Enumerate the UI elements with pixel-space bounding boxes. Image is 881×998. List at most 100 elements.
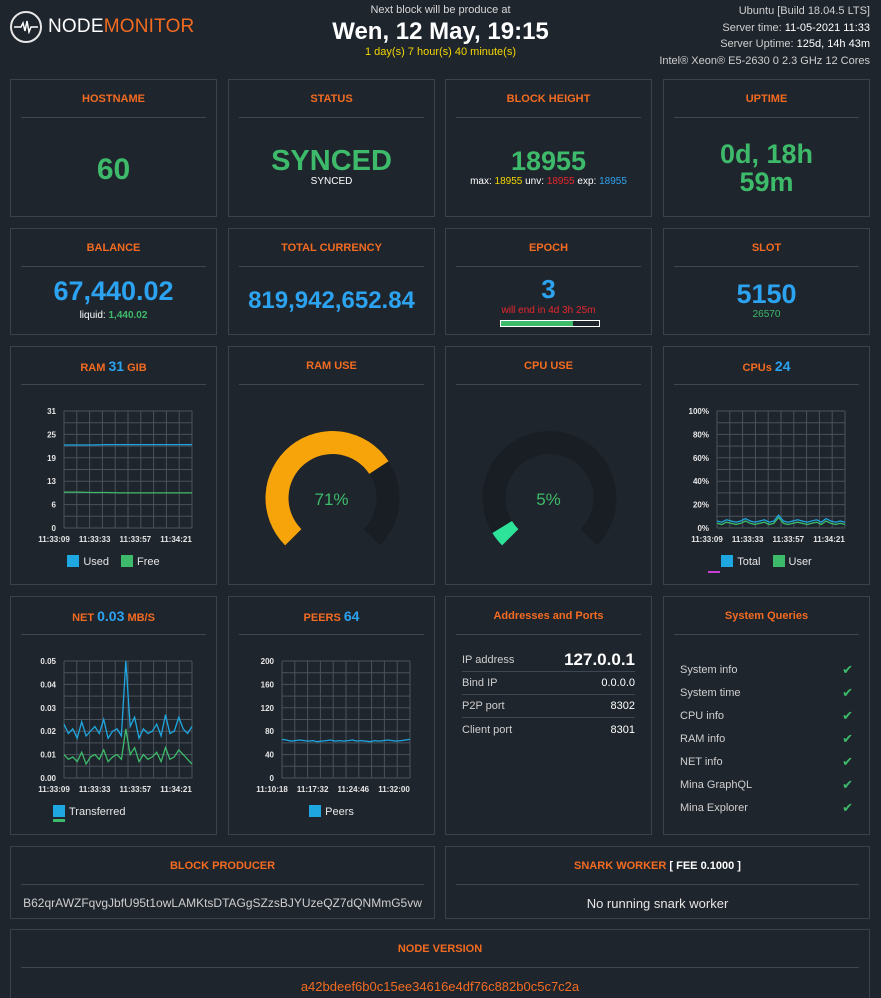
legend-peers[interactable]: Peers <box>309 805 354 818</box>
y-tick-label: 60% <box>693 454 709 463</box>
bind-ip-row: Bind IP 0.0.0.0 <box>462 672 635 695</box>
net-card: NET 0.03 MB/S 0.05 0.04 0.03 0.02 0.01 0.00 11… <box>10 596 217 835</box>
epoch-progress-bar <box>500 320 600 327</box>
x-tick-label: 11:10:18 <box>256 785 288 794</box>
x-tick-label: 11:33:09 <box>691 535 723 544</box>
x-tick-label: 11:32:00 <box>378 785 410 794</box>
balance-card: BALANCE 67,440.02 liquid: 1,440.02 <box>10 228 217 335</box>
p2p-port-row: P2P port 8302 <box>462 695 635 718</box>
os-version: Ubuntu [Build 18.04.5 LTS] <box>738 5 870 17</box>
y-tick-label: 80% <box>693 430 709 439</box>
y-tick-label: 40 <box>265 751 274 760</box>
check-icon: ✔ <box>842 661 853 677</box>
cpu-use-title: CPU USE <box>456 347 641 385</box>
balance-value: 67,440.02 <box>53 276 174 306</box>
y-tick-label: 0.04 <box>40 680 56 689</box>
x-tick-label: 11:34:21 <box>813 535 845 544</box>
query-label: CPU info <box>680 709 725 722</box>
hostname-card: HOSTNAME 60 <box>10 79 217 217</box>
cpus-title: CPUs 24 <box>674 347 859 385</box>
query-row: Mina GraphQL ✔ <box>680 773 853 796</box>
net-title: NET 0.03 MB/S <box>21 597 206 635</box>
y-tick-label: 40% <box>693 477 709 486</box>
balance-title: BALANCE <box>21 229 206 267</box>
ram-legend: Used Free <box>11 555 216 568</box>
block-height-value: 18955 <box>510 146 587 176</box>
query-label: RAM info <box>680 732 726 745</box>
epoch-card: EPOCH 3 will end in 4d 3h 25m <box>445 228 652 335</box>
x-tick-label: 11:33:57 <box>773 535 805 544</box>
queries-list: System info ✔ System time ✔ CPU info ✔ RAM inf… <box>680 658 853 819</box>
block-height-details: max: 18955 unv: 18955 exp: 18955 <box>470 176 627 187</box>
total-currency-value: 819,942,652.84 <box>248 287 415 314</box>
hostname-value: 60 <box>96 153 131 186</box>
x-tick-label: 11:33:09 <box>38 785 70 794</box>
system-info: Ubuntu [Build 18.04.5 LTS] Server time: … <box>659 3 870 69</box>
legend-user[interactable]: User <box>772 555 812 568</box>
ram-chart: 31 25 19 13 6 0 11:33:09 11:33:33 11:33:57 11:34:… <box>38 407 193 544</box>
y-tick-label: 0.00 <box>40 774 56 783</box>
node-version-value[interactable]: a42bdeef6b0c15ee34616e4df76c882b0c5c7c2a <box>11 979 869 994</box>
epoch-title: EPOCH <box>456 229 641 267</box>
query-label: Mina Explorer <box>680 801 748 814</box>
x-tick-label: 11:33:57 <box>120 535 152 544</box>
client-port-row: Client port 8301 <box>462 723 635 736</box>
legend-clipped <box>708 571 720 573</box>
uptime-card: UPTIME 0d, 18h 59m <box>663 79 870 217</box>
addresses-list: IP address 127.0.0.1 Bind IP 0.0.0.0 P2P… <box>462 649 635 741</box>
ram-title: RAM 31 GiB <box>21 347 206 385</box>
peers-chart: 200 160 120 80 40 0 11:10:18 11:17:32 11:24:46 11… <box>256 657 411 794</box>
x-tick-label: 11:33:33 <box>732 535 764 544</box>
y-tick-label: 6 <box>52 501 57 510</box>
queries-title: System Queries <box>674 597 859 635</box>
x-tick-label: 11:33:57 <box>120 785 152 794</box>
ram-use-value: 71% <box>314 490 349 509</box>
legend-total[interactable]: Total <box>721 555 761 568</box>
query-row: System time ✔ <box>680 681 853 704</box>
y-tick-label: 20% <box>693 501 709 510</box>
query-label: Mina GraphQL <box>680 778 753 791</box>
block-producer-key[interactable]: B62qrAWZFqvgJbfU95t1owLAMKtsDTAGgSZzsBJY… <box>11 896 434 910</box>
net-legend: Transferred <box>53 805 125 818</box>
legend-used[interactable]: Used <box>67 555 109 568</box>
y-tick-label: 0.01 <box>40 751 56 760</box>
epoch-progress-fill <box>501 321 573 326</box>
check-icon: ✔ <box>842 730 853 746</box>
y-tick-label: 80 <box>265 727 274 736</box>
block-producer-card: BLOCK PRODUCER B62qrAWZFqvgJbfU95t1owLAM… <box>10 846 435 919</box>
slot-value: 5150 <box>736 279 797 309</box>
check-icon: ✔ <box>842 707 853 723</box>
x-tick-label: 11:33:33 <box>79 785 111 794</box>
cpus-card: CPUs 24 100% 80% 60% 40% 20% 0% 11:33:09 11:33:… <box>663 346 870 585</box>
ram-use-title: RAM USE <box>239 347 424 385</box>
query-row: System info ✔ <box>680 658 853 681</box>
x-tick-label: 11:24:46 <box>338 785 370 794</box>
cpus-legend: Total User <box>664 555 869 568</box>
node-version-card: NODE VERSION a42bdeef6b0c15ee34616e4df76… <box>10 929 870 998</box>
y-tick-label: 19 <box>47 454 56 463</box>
y-tick-label: 0.03 <box>40 704 56 713</box>
ram-card: RAM 31 GiB 31 25 19 13 6 0 11:33:09 11:33:33 11:… <box>10 346 217 585</box>
header: NODEMONITOR Next block will be produce a… <box>0 0 881 72</box>
y-tick-label: 31 <box>47 407 56 416</box>
epoch-value: 3 <box>541 274 556 304</box>
epoch-ends: will end in 4d 3h 25m <box>501 305 596 316</box>
query-row: Mina Explorer ✔ <box>680 796 853 819</box>
legend-clipped <box>53 819 65 822</box>
total-currency-title: TOTAL CURRENCY <box>239 229 424 267</box>
total-currency-card: TOTAL CURRENCY 819,942,652.84 <box>228 228 435 335</box>
y-tick-label: 0.02 <box>40 727 56 736</box>
x-tick-label: 11:17:32 <box>297 785 329 794</box>
slot-title: SLOT <box>674 229 859 267</box>
legend-free[interactable]: Free <box>121 555 160 568</box>
uptime-line1: 0d, 18h <box>719 139 814 169</box>
cpu-model: Intel® Xeon® E5-2630 0 2.3 GHz 12 Cores <box>659 54 870 67</box>
node-version-title: NODE VERSION <box>21 930 859 968</box>
peers-title: PEERS 64 <box>239 597 424 635</box>
check-icon: ✔ <box>842 684 853 700</box>
block-height-card: BLOCK HEIGHT 18955 max: 18955 unv: 18955… <box>445 79 652 217</box>
cpu-use-card: CPU USE 5% <box>445 346 652 585</box>
y-tick-label: 100% <box>689 407 709 416</box>
snark-worker-title: SNARK WORKER [ fee 0.1000 ] <box>456 847 859 885</box>
y-tick-label: 25 <box>47 430 56 439</box>
